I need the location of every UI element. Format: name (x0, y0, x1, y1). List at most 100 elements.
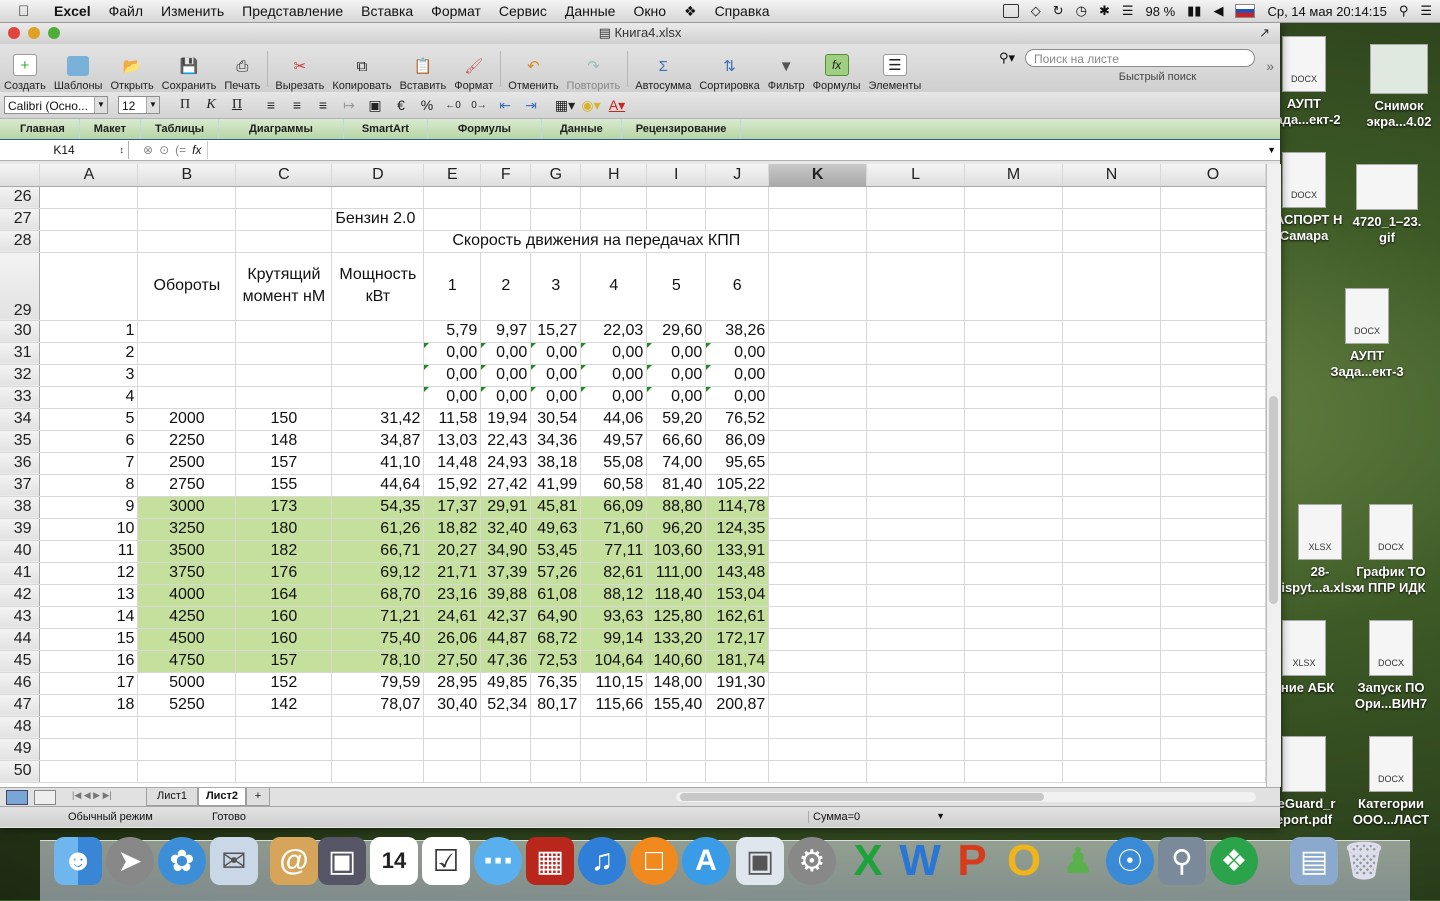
cell[interactable]: 124,35 (705, 518, 770, 541)
cell[interactable]: 11 (39, 540, 139, 563)
calendar-icon[interactable]: 14 (370, 837, 418, 885)
cell[interactable]: 0,00 (646, 364, 707, 387)
cell[interactable]: 4000 (137, 584, 237, 607)
cell[interactable]: 3000 (137, 496, 237, 519)
cell[interactable] (580, 760, 648, 783)
cell[interactable]: 173 (235, 496, 333, 519)
cell[interactable] (235, 230, 333, 253)
cell[interactable] (768, 252, 868, 321)
cell[interactable] (1062, 342, 1161, 365)
cell[interactable] (39, 760, 139, 783)
tab-review[interactable]: Рецензирование (621, 119, 742, 139)
cell[interactable] (1160, 540, 1266, 563)
cell[interactable] (964, 186, 1064, 209)
cell[interactable] (768, 342, 868, 365)
cell[interactable]: 0,00 (646, 386, 707, 409)
cell[interactable]: 114,78 (705, 496, 770, 519)
cell[interactable] (964, 562, 1064, 585)
cell[interactable] (1160, 208, 1266, 231)
cell[interactable] (235, 186, 333, 209)
gear-header[interactable]: 2 (480, 252, 532, 321)
cell[interactable] (235, 386, 333, 409)
cell[interactable]: 0,00 (646, 342, 707, 365)
cell[interactable] (866, 342, 966, 365)
indent-icon[interactable]: ⇥ (520, 95, 542, 115)
cell[interactable]: 115,66 (580, 694, 648, 717)
cell[interactable]: 125,80 (646, 606, 707, 629)
column-header[interactable]: A (39, 164, 139, 187)
new-button[interactable]: + Создать (0, 46, 50, 92)
cell[interactable] (866, 694, 966, 717)
cell[interactable] (705, 760, 770, 783)
launchpad-icon[interactable]: ➤ (106, 837, 154, 885)
cell[interactable]: 2250 (137, 430, 237, 453)
volume-icon[interactable]: ◀ (1213, 3, 1223, 19)
cell[interactable] (866, 584, 966, 607)
cell[interactable] (866, 386, 966, 409)
cell[interactable]: 23,16 (423, 584, 482, 607)
desktop-file[interactable]: Снимок экра...4.02 (1359, 44, 1439, 130)
cell[interactable] (1062, 760, 1161, 783)
cell[interactable]: 66,71 (331, 540, 425, 563)
cell[interactable] (964, 252, 1064, 321)
cell[interactable]: 18,82 (423, 518, 482, 541)
print-button[interactable]: ⎙ Печать (220, 46, 264, 93)
zoom-button[interactable] (48, 27, 60, 39)
sync-icon[interactable]: ↻ (1053, 3, 1064, 19)
contacts-icon[interactable]: @ (270, 837, 318, 885)
cell[interactable]: 3750 (137, 562, 237, 585)
tab-data[interactable]: Данные (541, 119, 622, 139)
cell[interactable]: 180 (235, 518, 333, 541)
cell[interactable]: 157 (235, 452, 333, 475)
cell[interactable]: 52,34 (480, 694, 532, 717)
gear-header[interactable]: 3 (530, 252, 582, 321)
cell[interactable] (866, 606, 966, 629)
cell[interactable] (768, 208, 868, 231)
cell[interactable]: 71,21 (331, 606, 425, 629)
cell[interactable]: 19,94 (480, 408, 532, 431)
cell[interactable]: 111,00 (646, 562, 707, 585)
cell[interactable] (768, 518, 868, 541)
cell[interactable]: 155,40 (646, 694, 707, 717)
cut-button[interactable]: ✂ Вырезать (271, 46, 328, 92)
search-input[interactable]: Поиск на листе (1025, 49, 1255, 67)
align-left-icon[interactable]: ≡ (260, 95, 282, 115)
cancel-icon[interactable]: ⊗ (143, 143, 153, 157)
templates-button[interactable]: Шаблоны (50, 46, 107, 92)
cell[interactable]: 0,00 (580, 386, 648, 409)
cell[interactable]: 182 (235, 540, 333, 563)
cell[interactable] (1160, 650, 1266, 673)
cell[interactable]: 32,40 (480, 518, 532, 541)
cell[interactable] (480, 760, 532, 783)
row-header[interactable]: 35 (0, 430, 41, 453)
cell[interactable] (331, 738, 425, 761)
cell[interactable] (866, 364, 966, 387)
cell[interactable] (235, 760, 333, 783)
cell[interactable]: 24,93 (480, 452, 532, 475)
bold-button[interactable]: П (174, 95, 196, 115)
cell[interactable] (866, 496, 966, 519)
cell[interactable] (768, 474, 868, 497)
cell[interactable] (480, 738, 532, 761)
add-sheet-button[interactable]: + (246, 788, 270, 806)
cell[interactable]: 29,60 (646, 320, 707, 343)
cell[interactable] (1160, 364, 1266, 387)
cell[interactable]: 104,64 (580, 650, 648, 673)
column-header[interactable]: L (866, 164, 966, 187)
gear-header[interactable]: 5 (646, 252, 707, 321)
cell[interactable]: 44,87 (480, 628, 532, 651)
cell[interactable] (1160, 320, 1266, 343)
column-header[interactable]: B (137, 164, 237, 187)
cell[interactable]: 20,27 (423, 540, 482, 563)
cell[interactable]: 164 (235, 584, 333, 607)
cell[interactable]: 133,91 (705, 540, 770, 563)
cell[interactable]: 0,00 (580, 364, 648, 387)
cell[interactable] (866, 430, 966, 453)
cell[interactable]: 30,54 (530, 408, 582, 431)
gear-header[interactable]: 6 (705, 252, 770, 321)
cell[interactable] (423, 208, 482, 231)
cell[interactable] (39, 716, 139, 739)
cell[interactable]: 71,60 (580, 518, 648, 541)
column-header[interactable]: O (1160, 164, 1266, 187)
cell[interactable]: 3 (39, 364, 139, 387)
